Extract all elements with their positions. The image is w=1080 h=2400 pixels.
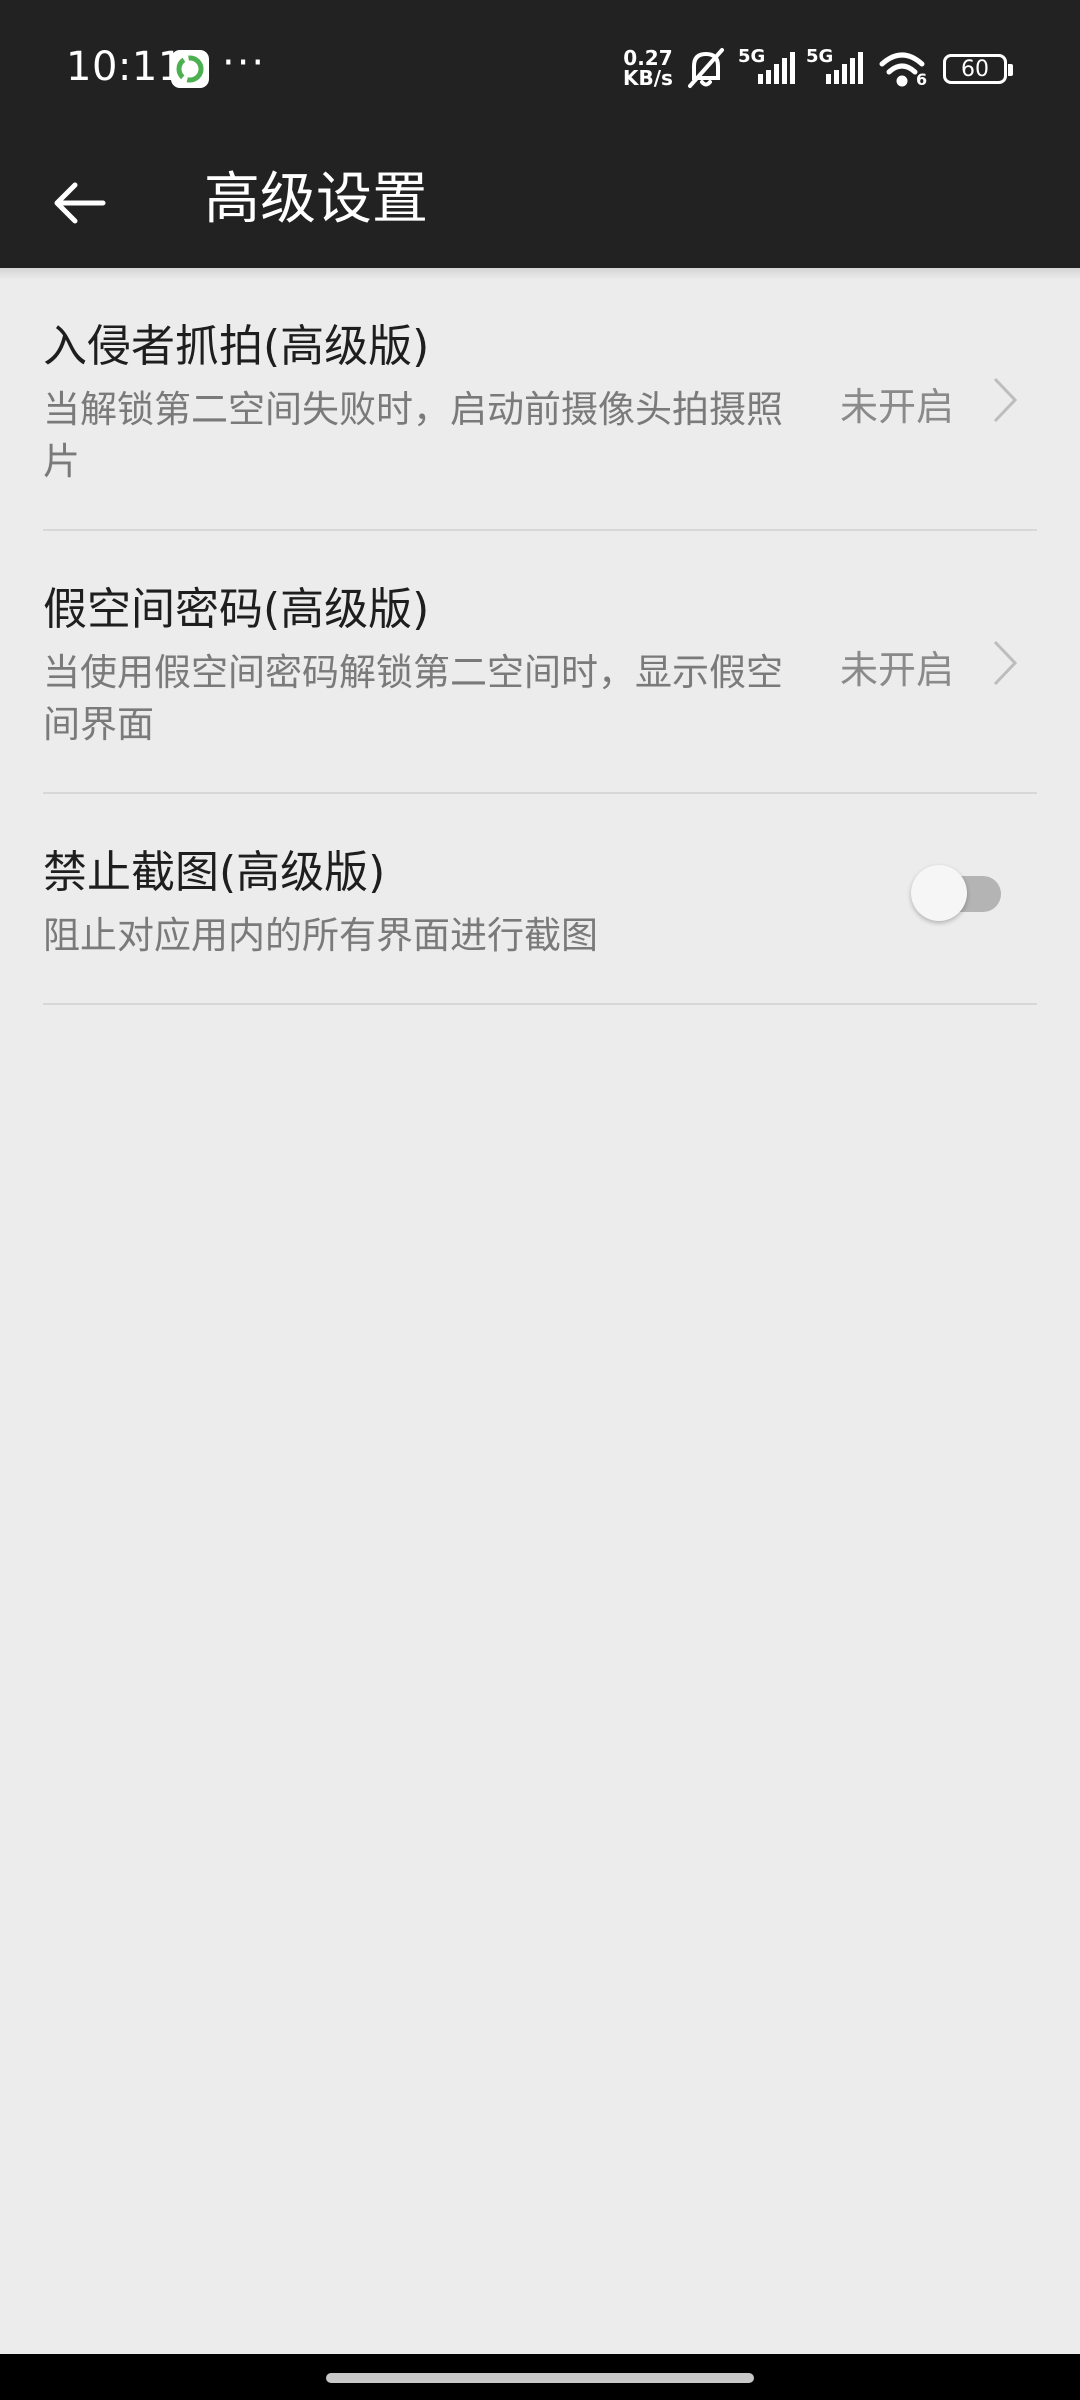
setting-title: 禁止截图(高级版) bbox=[43, 847, 386, 898]
setting-block-screenshot: 禁止截图(高级版) 阻止对应用内的所有界面进行截图 bbox=[43, 794, 1037, 1005]
chevron-right-icon bbox=[993, 640, 1018, 686]
network-speed-value: 0.27 bbox=[623, 46, 673, 70]
network-speed-unit: KB/s bbox=[623, 66, 673, 90]
setting-description: 当使用假空间密码解锁第二空间时，显示假空间界面 bbox=[43, 651, 783, 746]
network-speed: 0.27 KB/s bbox=[623, 48, 673, 88]
page-title: 高级设置 bbox=[204, 167, 428, 232]
setting-intruder-capture[interactable]: 入侵者抓拍(高级版) 当解锁第二空间失败时，启动前摄像头拍摄照片 未开启 bbox=[43, 268, 1037, 531]
arrow-left-icon bbox=[54, 182, 106, 224]
more-notifications-icon: ··· bbox=[222, 40, 267, 86]
refresh-circle-icon bbox=[171, 50, 209, 88]
status-bar: 10:11 ··· 0.27 KB/s 5G 5G 6 60 bbox=[0, 0, 1080, 138]
signal-label-1: 5G bbox=[738, 46, 766, 67]
chevron-right-icon bbox=[993, 377, 1018, 423]
setting-title: 假空间密码(高级版) bbox=[43, 584, 430, 635]
setting-description: 阻止对应用内的所有界面进行截图 bbox=[43, 914, 598, 957]
toggle-knob bbox=[911, 865, 967, 921]
battery-icon: 60 bbox=[943, 54, 1013, 84]
battery-level: 60 bbox=[961, 56, 989, 82]
setting-status: 未开启 bbox=[839, 385, 954, 429]
setting-description: 当解锁第二空间失败时，启动前摄像头拍摄照片 bbox=[43, 388, 783, 483]
setting-title: 入侵者抓拍(高级版) bbox=[43, 321, 430, 372]
setting-fake-space-password[interactable]: 假空间密码(高级版) 当使用假空间密码解锁第二空间时，显示假空间界面 未开启 bbox=[43, 531, 1037, 794]
wifi-label: 6 bbox=[916, 70, 928, 89]
app-bar: 高级设置 bbox=[0, 138, 1080, 268]
block-screenshot-toggle[interactable] bbox=[911, 861, 1007, 921]
status-time: 10:11 bbox=[66, 44, 184, 90]
navigation-bar bbox=[0, 2354, 1080, 2400]
settings-list: 入侵者抓拍(高级版) 当解锁第二空间失败时，启动前摄像头拍摄照片 未开启 假空间… bbox=[0, 268, 1080, 1005]
mute-bell-icon bbox=[688, 48, 724, 88]
setting-status: 未开启 bbox=[839, 648, 954, 692]
home-gesture-handle[interactable] bbox=[326, 2373, 754, 2383]
signal-label-2: 5G bbox=[806, 46, 834, 67]
back-button[interactable] bbox=[34, 163, 124, 243]
